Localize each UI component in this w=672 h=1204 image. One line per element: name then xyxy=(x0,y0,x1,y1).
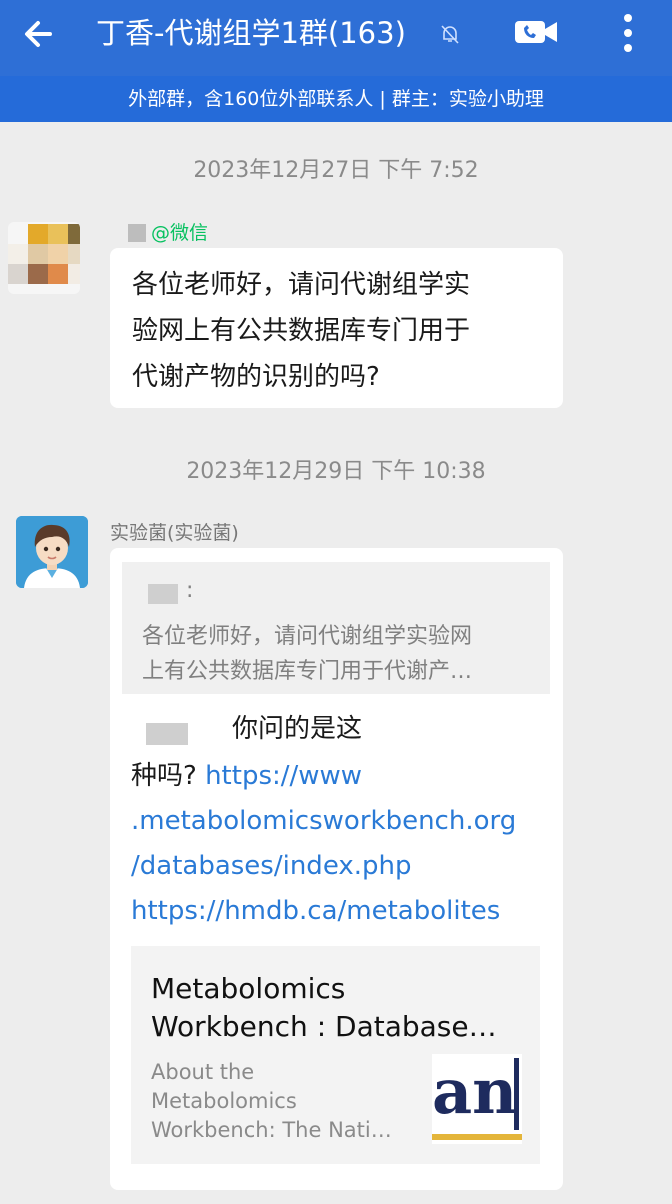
quoted-message[interactable]: : 各位老师好，请问代谢组学实验网 上有公共数据库专门用于代谢产… xyxy=(122,562,550,694)
reply-text: 你问的是这 xyxy=(232,714,363,744)
sender-tag: @微信 xyxy=(151,222,209,244)
message-line: 各位老师好，请问代谢组学实 xyxy=(132,270,471,300)
redacted-name xyxy=(128,224,146,242)
avatar[interactable] xyxy=(8,222,80,294)
message-line: 验网上有公共数据库专门用于 xyxy=(132,316,471,346)
message-line: 代谢产物的识别的吗? xyxy=(132,362,380,392)
card-title: Metabolomics Workbench : Database… xyxy=(151,970,497,1046)
mute-bell-icon xyxy=(441,25,459,44)
chat-header: 丁香-代谢组学1群(163) xyxy=(0,0,672,76)
card-thumbnail: an xyxy=(432,1054,522,1144)
thumbnail-logo-text: an xyxy=(432,1055,518,1128)
quote-author-suffix: : xyxy=(186,578,194,603)
redacted-mention xyxy=(146,723,188,745)
link-preview-card[interactable]: Metabolomics Workbench : Database… About… xyxy=(131,946,540,1164)
thumbnail-stripe xyxy=(432,1134,522,1140)
url-link[interactable]: .metabolomicsworkbench.org xyxy=(131,798,516,844)
quote-line: 上有公共数据库专门用于代谢产… xyxy=(142,659,473,684)
reply-text: 种吗? https://www xyxy=(131,753,362,799)
video-call-icon[interactable] xyxy=(512,14,560,50)
pixelated-avatar-icon xyxy=(8,222,80,294)
message-text: 各位老师好，请问代谢组学实 验网上有公共数据库专门用于 代谢产物的识别的吗? xyxy=(132,262,470,400)
url-link[interactable]: https://hmdb.ca/metabolites xyxy=(131,888,500,934)
card-title-line: Workbench : Database… xyxy=(151,1010,497,1043)
card-title-line: Metabolomics xyxy=(151,972,346,1005)
card-description: About the Metabolomics Workbench: The Na… xyxy=(151,1058,392,1145)
thumbnail-bracket xyxy=(514,1058,519,1130)
cartoon-doctor-avatar-icon xyxy=(16,516,88,588)
group-info-bar[interactable]: 外部群，含160位外部联系人 | 群主：实验小助理 xyxy=(0,76,672,122)
avatar[interactable] xyxy=(16,516,88,588)
reply-text: 种吗? xyxy=(131,761,197,791)
card-description-line: Metabolomics xyxy=(151,1089,297,1113)
url-link[interactable]: /databases/index.php xyxy=(131,843,412,889)
more-options-icon[interactable] xyxy=(615,10,641,56)
message-bubble[interactable]: 各位老师好，请问代谢组学实 验网上有公共数据库专门用于 代谢产物的识别的吗? xyxy=(110,248,563,408)
url-link[interactable]: https://www xyxy=(205,761,362,791)
timestamp: 2023年12月27日 下午 7:52 xyxy=(193,158,479,183)
back-arrow-icon[interactable] xyxy=(20,14,60,54)
quote-line: 各位老师好，请问代谢组学实验网 xyxy=(142,624,473,649)
chat-title[interactable]: 丁香-代谢组学1群(163) xyxy=(96,13,406,53)
card-description-line: About the xyxy=(151,1060,255,1084)
card-description-line: Workbench: The Nati… xyxy=(151,1118,392,1142)
sender-name: 实验菌(实验菌) xyxy=(110,522,239,544)
timestamp: 2023年12月29日 下午 10:38 xyxy=(186,459,486,484)
redacted-name xyxy=(148,584,178,604)
